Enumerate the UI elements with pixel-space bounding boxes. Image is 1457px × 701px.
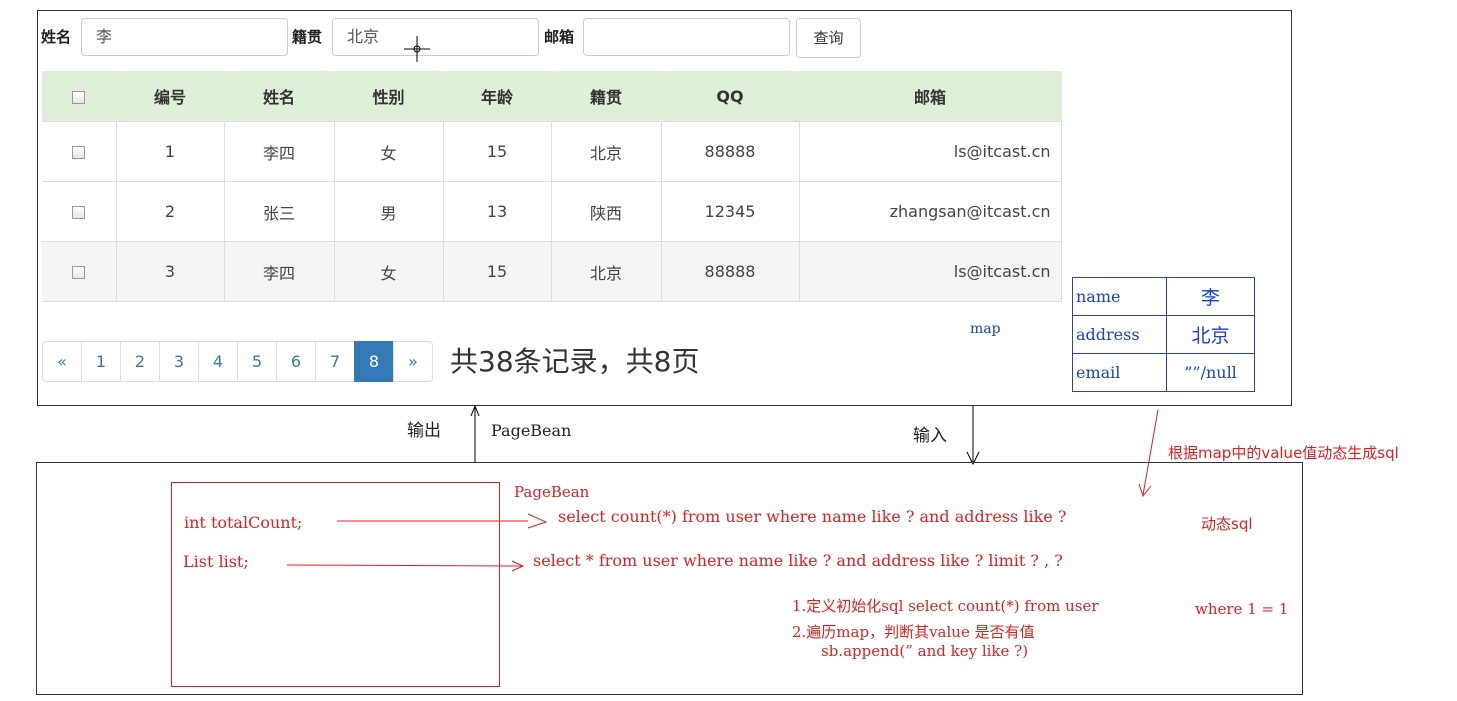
- map-dynamic-note: 根据map中的value值动态生成sql: [1168, 444, 1399, 462]
- sql-count: select count(*) from user where name lik…: [558, 507, 1067, 526]
- pagebean-arrow-label: PageBean: [491, 421, 572, 440]
- step-1-where: where 1 = 1: [1195, 600, 1289, 618]
- input-label: 输入: [913, 426, 947, 446]
- step-3-note: sb.append(” and key like ?): [821, 642, 1029, 660]
- dynamic-sql-label: 动态sql: [1201, 515, 1253, 533]
- step-1-note: 1.定义初始化sql select count(*) from user: [792, 597, 1099, 615]
- pagebean-title: PageBean: [514, 483, 590, 501]
- field-total-count: int totalCount;: [184, 513, 303, 532]
- output-label: 输出: [407, 421, 441, 441]
- sql-list: select * from user where name like ? and…: [533, 551, 1063, 570]
- field-list: List list;: [183, 552, 249, 571]
- step-2-note: 2.遍历map，判断其value 是否有值: [792, 623, 1035, 641]
